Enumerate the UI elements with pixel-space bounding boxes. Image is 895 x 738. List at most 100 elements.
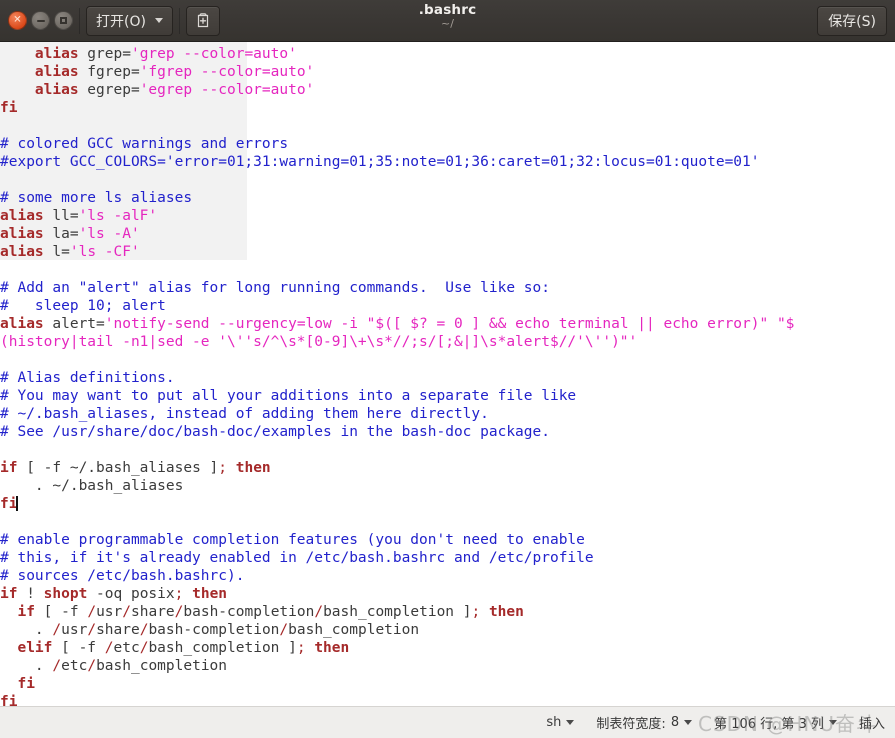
code-line: # ~/.bash_aliases, instead of adding the…: [0, 405, 895, 423]
code-token: fi: [17, 676, 35, 692]
code-token: then: [192, 586, 228, 602]
maximize-icon[interactable]: [54, 11, 73, 30]
code-token: grep=: [78, 46, 131, 62]
code-token: /: [52, 658, 62, 674]
code-token: alias: [34, 64, 79, 80]
code-token: # this, if it's already enabled in /etc/…: [0, 550, 594, 566]
cursor-position[interactable]: 第 106 行, 第 3 列: [714, 713, 837, 732]
code-token: # sources /etc/bash.bashrc).: [0, 568, 245, 584]
code-token: ;: [296, 640, 306, 656]
code-token: egrep=: [78, 82, 140, 98]
tab-width-label: 制表符宽度:: [596, 717, 666, 732]
code-token: # some more ls aliases: [0, 190, 193, 206]
code-token: fi: [0, 694, 18, 706]
code-token: fi: [0, 100, 18, 116]
new-document-button[interactable]: [185, 5, 220, 36]
page-title: .bashrc: [418, 2, 477, 18]
code-token: 'ls -CF': [69, 244, 140, 260]
code-line: # Alias definitions.: [0, 369, 895, 387]
code-token: share: [96, 622, 140, 638]
tab-width-selector[interactable]: 制表符宽度: 8: [596, 713, 693, 732]
code-token: alias: [0, 208, 44, 224]
save-button-label: 保存(S): [828, 13, 876, 30]
code-token: bash_completion: [288, 622, 420, 638]
code-token: .: [0, 658, 53, 674]
code-token: alias: [0, 226, 44, 242]
code-token: 'notify-send --urgency=low -i "$([ $? = …: [104, 316, 795, 332]
code-line: elif [ -f /etc/bash_completion ]; then: [0, 639, 895, 657]
code-line: # See /usr/share/doc/bash-doc/examples i…: [0, 423, 895, 441]
code-token: /: [279, 622, 289, 638]
open-button-label: 打开(O): [96, 13, 146, 30]
code-line: fi: [0, 675, 895, 693]
close-icon[interactable]: ✕: [8, 11, 27, 30]
code-line: alias egrep='egrep --color=auto': [0, 81, 895, 99]
code-line: # colored GCC warnings and errors: [0, 135, 895, 153]
code-line: # some more ls aliases: [0, 189, 895, 207]
code-token: /: [104, 640, 114, 656]
language-selector[interactable]: sh: [546, 715, 575, 730]
insert-mode[interactable]: 插入: [859, 713, 885, 732]
document-path: ~/: [441, 17, 454, 30]
code-line: # Add an "alert" alias for long running …: [0, 279, 895, 297]
code-line: . ~/.bash_aliases: [0, 477, 895, 495]
minimize-icon[interactable]: [31, 11, 50, 30]
code-line: alias l='ls -CF': [0, 243, 895, 261]
code-line: # sleep 10; alert: [0, 297, 895, 315]
code-line: # enable programmable completion feature…: [0, 531, 895, 549]
code-token: bash_completion ]: [148, 640, 297, 656]
code-token: 'ls -A': [78, 226, 140, 242]
text-cursor: [16, 496, 18, 511]
chevron-down-icon: [684, 720, 693, 725]
code-line: alias fgrep='fgrep --color=auto': [0, 63, 895, 81]
code-token: # You may want to put all your additions…: [0, 388, 577, 404]
code-token: alias: [0, 316, 44, 332]
code-token: l=: [43, 244, 70, 260]
editor-area[interactable]: alias grep='grep --color=auto' alias fgr…: [0, 42, 895, 706]
source-code[interactable]: alias grep='grep --color=auto' alias fgr…: [0, 42, 895, 706]
code-token: fgrep=: [78, 64, 140, 80]
code-line: # this, if it's already enabled in /etc/…: [0, 549, 895, 567]
code-line: . /etc/bash_completion: [0, 657, 895, 675]
tab-width-value: 8: [670, 715, 680, 730]
code-line: if [ -f ~/.bash_aliases ]; then: [0, 459, 895, 477]
code-token: # enable programmable completion feature…: [0, 532, 585, 548]
code-token: etc: [61, 658, 88, 674]
statusbar: sh 制表符宽度: 8 第 106 行, 第 3 列 插入 CSDN @HNU奋…: [0, 706, 895, 738]
code-token: (history|tail -n1|sed -e '\''s/^\s*[0-9]…: [0, 334, 638, 350]
code-token: alert=: [43, 316, 105, 332]
code-token: [ -f: [34, 604, 88, 620]
code-token: alias: [0, 244, 44, 260]
code-token: if: [17, 604, 35, 620]
code-line: . /usr/share/bash-completion/bash_comple…: [0, 621, 895, 639]
code-token: shopt: [43, 586, 88, 602]
code-token: . ~/.bash_aliases: [0, 478, 184, 494]
code-token: # sleep 10; alert: [0, 298, 166, 314]
toolbar-divider-2: [178, 7, 180, 34]
code-token: fi: [0, 496, 18, 512]
code-line: alias ll='ls -alF': [0, 207, 895, 225]
code-token: !: [17, 586, 44, 602]
code-token: [ -f: [52, 640, 105, 656]
save-button[interactable]: 保存(S): [817, 5, 887, 36]
code-line: # You may want to put all your additions…: [0, 387, 895, 405]
code-line: fi: [0, 99, 895, 117]
code-token: 'ls -alF': [78, 208, 158, 224]
titlebar: ✕ 打开(O) .bashrc ~/ 保存(S): [0, 0, 895, 42]
code-token: /: [87, 658, 97, 674]
open-button[interactable]: 打开(O): [86, 5, 173, 36]
new-document-icon: [197, 12, 209, 27]
code-line: alias alert='notify-send --urgency=low -…: [0, 315, 895, 333]
code-line: alias la='ls -A': [0, 225, 895, 243]
code-token: # colored GCC warnings and errors: [0, 136, 289, 152]
code-line: # sources /etc/bash.bashrc).: [0, 567, 895, 585]
